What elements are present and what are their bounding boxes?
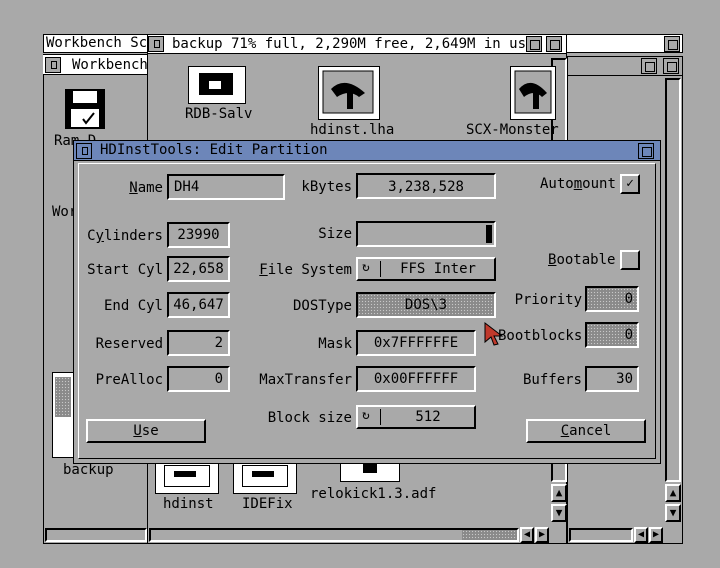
blocksize-value: 512 — [415, 409, 441, 425]
start-cyl-value: 22,658 — [173, 261, 224, 277]
name-label: Name — [129, 180, 163, 196]
backup-scroll-left-arrow[interactable]: ◀ — [520, 527, 534, 543]
kbytes-value: 3,238,528 — [388, 179, 464, 195]
dialog-depth-gadget[interactable] — [638, 143, 654, 159]
backup-close-gadget[interactable] — [148, 36, 164, 52]
size-slider[interactable] — [356, 221, 496, 247]
backup-zoom-gadget[interactable] — [526, 36, 542, 52]
automount-label: Automount — [540, 176, 616, 192]
scx-monster-label: SCX-Monster — [466, 122, 559, 138]
rdb-salv-icon[interactable] — [188, 66, 246, 104]
prealloc-value: 0 — [214, 371, 223, 387]
end-cyl-value: 46,647 — [173, 297, 224, 313]
right-horizontal-scrollbar[interactable] — [569, 528, 633, 542]
size-label: Size — [318, 226, 352, 242]
priority-label: Priority — [514, 292, 582, 308]
right-scroll-up-arrow[interactable]: ▲ — [665, 484, 681, 502]
hdinst-lha-icon[interactable] — [318, 66, 380, 120]
kbytes-label: kBytes — [301, 179, 352, 195]
bootable-label: Bootable — [548, 252, 616, 268]
bootblocks-value: 0 — [624, 327, 633, 343]
name-value: DH4 — [174, 179, 200, 195]
reserved-value: 2 — [214, 335, 223, 351]
backup-horizontal-knob[interactable] — [462, 530, 517, 540]
use-button-label: Use — [133, 423, 159, 439]
right-scroll-down-arrow[interactable]: ▼ — [665, 504, 681, 522]
hdinst-label: hdinst — [163, 496, 214, 512]
dostype-label: DOSType — [292, 298, 352, 314]
prealloc-label: PreAlloc — [95, 372, 163, 388]
automount-checkbox[interactable]: ✓ — [620, 174, 640, 194]
cycle-icon: ↻ — [362, 260, 370, 275]
backup-disk-label: backup — [63, 462, 114, 478]
mask-value: 0x7FFFFFFE — [373, 335, 459, 351]
cycle-icon: ↻ — [362, 408, 370, 423]
scx-monster-icon[interactable] — [510, 66, 556, 120]
mask-label: Mask — [318, 336, 352, 352]
backup-depth-gadget[interactable] — [546, 36, 562, 52]
priority-value: 0 — [624, 291, 633, 307]
idefix-label: IDEFix — [242, 496, 293, 512]
reserved-label: Reserved — [95, 336, 163, 352]
size-slider-knob[interactable] — [486, 225, 492, 243]
screen-depth-gadget[interactable] — [664, 36, 680, 52]
cancel-button-label: Cancel — [560, 423, 612, 439]
buffers-label: Buffers — [522, 372, 582, 388]
hdinst-lha-label: hdinst.lha — [310, 122, 395, 138]
maxtransfer-label: MaxTransfer — [259, 372, 352, 388]
start-cyl-label: Start Cyl — [87, 262, 163, 278]
workbench-screen-title: Workbench Sc — [46, 35, 148, 51]
end-cyl-label: End Cyl — [103, 298, 163, 314]
buffers-value: 30 — [616, 371, 633, 387]
bootable-checkbox[interactable] — [620, 250, 640, 270]
relokick-label: relokick1.3.adf — [310, 486, 437, 502]
bootblocks-label: Bootblocks — [498, 328, 583, 344]
dostype-value: DOS\3 — [404, 297, 448, 313]
workbench-close-gadget[interactable] — [45, 57, 61, 73]
file-system-label: File System — [259, 262, 352, 278]
blocksize-label: Block size — [267, 410, 352, 426]
dialog-title: HDInstTools: Edit Partition — [100, 142, 328, 158]
maxtransfer-value: 0x00FFFFFF — [373, 371, 459, 387]
right-depth-gadget[interactable] — [663, 58, 679, 74]
backup-scroll-down-arrow[interactable]: ▼ — [551, 504, 567, 522]
backup-scroll-right-arrow[interactable]: ▶ — [535, 527, 549, 543]
rdb-salv-label: RDB-Salv — [185, 106, 253, 122]
backup-scroll-up-arrow[interactable]: ▲ — [551, 484, 567, 502]
right-vertical-scrollbar[interactable] — [665, 78, 681, 482]
dialog-close-gadget[interactable] — [76, 143, 92, 159]
backup-window-title: backup 71% full, 2,290M free, 2,649M in … — [172, 36, 527, 52]
cylinders-label: Cylinders — [87, 228, 163, 244]
file-system-value: FFS Inter — [400, 261, 476, 277]
workbench-horizontal-scrollbar[interactable] — [45, 528, 147, 542]
right-zoom-gadget[interactable] — [641, 58, 657, 74]
right-scroll-right-arrow[interactable]: ▶ — [649, 527, 663, 543]
cylinders-value: 23990 — [177, 227, 220, 243]
workbench-window-title: Workbench — [72, 57, 148, 73]
ram-disk-icon[interactable] — [63, 87, 107, 131]
right-scroll-left-arrow[interactable]: ◀ — [634, 527, 648, 543]
